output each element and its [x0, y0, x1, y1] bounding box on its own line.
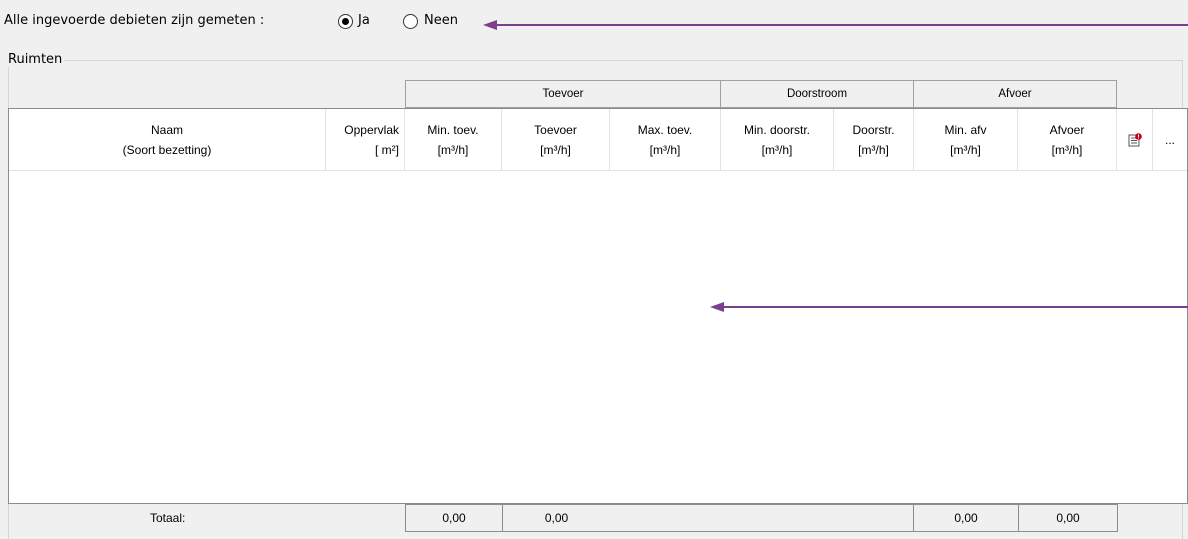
- column-header-max-toev-line2: [m³/h]: [649, 142, 681, 157]
- column-header-naam-line1: Naam: [150, 122, 183, 137]
- column-header-oppervlak[interactable]: Oppervlak [ m²]: [326, 109, 405, 171]
- column-header-naam[interactable]: Naam (Soort bezetting): [9, 109, 326, 171]
- rooms-group-title: Ruimten: [6, 52, 65, 67]
- column-header-warnings[interactable]: [1117, 109, 1153, 171]
- column-header-min-doorstr[interactable]: Min. doorstr. [m³/h]: [721, 109, 834, 171]
- column-header-doorstr-line2: [m³/h]: [858, 142, 889, 157]
- annotation-arrow-1-line: [495, 24, 1188, 26]
- measured-question-label: Alle ingevoerde debieten zijn gemeten :: [4, 13, 265, 28]
- column-header-min-doorstr-line1: Min. doorstr.: [743, 122, 811, 137]
- radio-ja-dot: [342, 18, 349, 25]
- column-header-naam-line2: (Soort bezetting): [122, 142, 212, 157]
- total-min-afv: 0,00: [913, 504, 1019, 532]
- total-empty-middle: [610, 504, 914, 532]
- total-afvoer: 0,00: [1018, 504, 1118, 532]
- column-header-afvoer[interactable]: Afvoer [m³/h]: [1018, 109, 1117, 171]
- total-min-toev: 0,00: [405, 504, 503, 532]
- list-warning-icon: [1128, 132, 1142, 146]
- column-header-min-afv-line2: [m³/h]: [950, 142, 981, 157]
- column-header-toevoer-line1: Toevoer: [534, 122, 577, 137]
- column-header-min-toev[interactable]: Min. toev. [m³/h]: [405, 109, 502, 171]
- column-header-oppervlak-line1: Oppervlak: [344, 122, 399, 137]
- column-header-min-afv-line1: Min. afv: [944, 122, 987, 137]
- column-header-min-afv[interactable]: Min. afv [m³/h]: [914, 109, 1018, 171]
- column-header-afvoer-line1: Afvoer: [1049, 122, 1085, 137]
- radio-neen[interactable]: [403, 14, 418, 29]
- radio-ja[interactable]: [338, 14, 353, 29]
- column-header-max-toev[interactable]: Max. toev. [m³/h]: [610, 109, 721, 171]
- radio-ja-label[interactable]: Ja: [358, 13, 370, 28]
- column-header-min-toev-line1: Min. toev.: [427, 122, 479, 137]
- column-header-doorstr[interactable]: Doorstr. [m³/h]: [834, 109, 914, 171]
- group-header-afvoer: Afvoer: [913, 80, 1117, 108]
- column-header-min-doorstr-line2: [m³/h]: [761, 142, 793, 157]
- annotation-arrow-2-line: [722, 306, 1188, 308]
- column-header-toevoer[interactable]: Toevoer [m³/h]: [502, 109, 610, 171]
- column-header-afvoer-line2: [m³/h]: [1051, 142, 1083, 157]
- group-header-doorstroom: Doorstroom: [720, 80, 914, 108]
- column-header-oppervlak-line2: [ m²]: [375, 142, 399, 157]
- column-header-doorstr-line1: Doorstr.: [852, 122, 895, 137]
- group-header-toevoer: Toevoer: [405, 80, 721, 108]
- more-label: ...: [1164, 132, 1175, 147]
- column-header-max-toev-line1: Max. toev.: [637, 122, 693, 137]
- column-header-more[interactable]: ...: [1153, 109, 1187, 171]
- column-header-toevoer-line2: [m³/h]: [540, 142, 571, 157]
- column-header-min-toev-line2: [m³/h]: [437, 142, 469, 157]
- totals-label: Totaal:: [150, 511, 186, 525]
- total-toevoer: 0,00: [502, 504, 611, 532]
- radio-neen-label[interactable]: Neen: [424, 13, 458, 28]
